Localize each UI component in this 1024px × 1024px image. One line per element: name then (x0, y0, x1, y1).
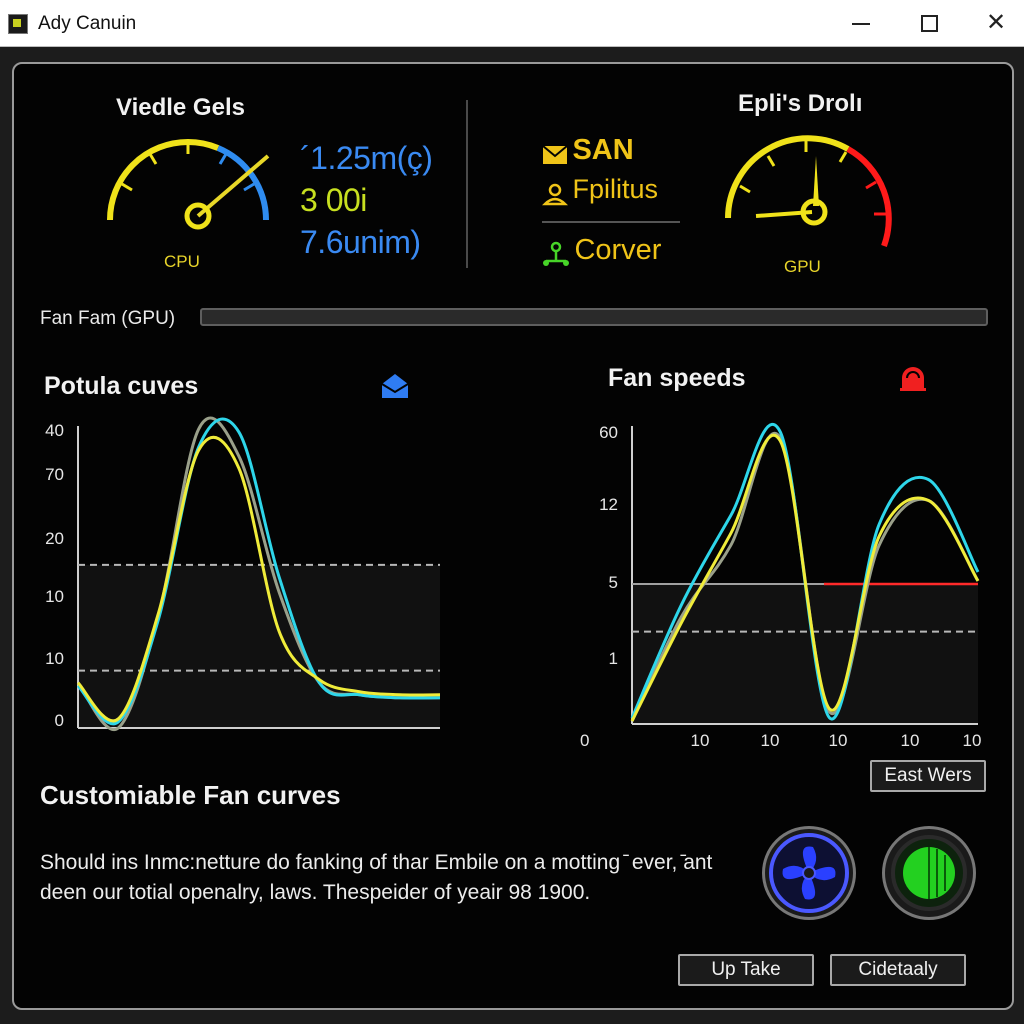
x-tick-label: 10 (691, 731, 710, 750)
east-wers-button[interactable]: East Wers (870, 760, 986, 792)
cpu-gauge (107, 139, 270, 230)
info-item-san: SAN (542, 134, 634, 167)
info-item-corver: Corver (542, 234, 661, 269)
plot-band (632, 583, 978, 724)
cpu-gauge-arc-mid (187, 139, 220, 151)
cpu-gauge-tick (121, 182, 133, 192)
x-tick-label: 20 (580, 731, 589, 750)
status-indicator-icon (891, 835, 967, 911)
info-divider (542, 221, 680, 223)
gpu-gauge-title: Epli's Drolı (738, 90, 863, 117)
gpu-gauge-tick (838, 151, 848, 163)
y-tick-label: 0 (55, 711, 64, 730)
vertical-divider (466, 100, 468, 268)
chart-left-title: Potula cuves (44, 372, 199, 400)
gpu-gauge-arc-danger (846, 146, 892, 248)
gpu-label: GPU (784, 257, 821, 276)
fan-bar-label: Fan Fam (GPU) (40, 308, 176, 329)
cpu-gauge-title: Viedle Gels (116, 94, 245, 121)
x-tick-label: 10 (279, 735, 298, 736)
cpu-gauge-tick (218, 153, 228, 165)
gpu-gauge-tick (865, 180, 877, 190)
maximize-button[interactable] (909, 8, 949, 38)
y-tick-label: 10 (45, 587, 64, 606)
x-tick-label: 10 (901, 731, 920, 750)
x-tick-label: 10 (355, 735, 374, 736)
chart-left: 40 70 20 10 10 0 30 40 10 10 20 (34, 416, 454, 754)
user-icon (541, 183, 569, 206)
gpu-gauge-tick (739, 184, 751, 194)
chart-right: 60 12 5 1 10 10 10 10 10 20 (571, 416, 1000, 756)
info-fpilitus-label: Fpilitus (572, 174, 658, 204)
y-tick-label: 40 (45, 421, 64, 440)
alarm-icon[interactable] (898, 364, 928, 392)
fan-progress-bar (200, 308, 988, 326)
fan-icon (769, 833, 849, 913)
window-title: Ady Canuin (38, 13, 137, 34)
chart-right-plot: 60 12 5 1 10 10 10 10 10 20 (571, 422, 982, 750)
cpu-gauge-arc-low (107, 139, 189, 221)
x-tick-label: 10 (963, 731, 982, 750)
y-tick-label: 70 (45, 465, 64, 484)
y-tick-label: 12 (599, 495, 618, 514)
y-tick-label: 10 (45, 649, 64, 668)
close-icon: ✕ (985, 9, 1007, 36)
chart-left-plot: 40 70 20 10 10 0 30 40 10 10 20 (45, 416, 446, 754)
gpu-gauge-arc-normal (725, 135, 850, 219)
y-tick-label: 60 (599, 423, 618, 442)
y-tick-label: 1 (609, 649, 618, 668)
status-indicator-button[interactable] (882, 826, 976, 920)
fan-button[interactable] (762, 826, 856, 920)
x-tick-label: 30 (133, 735, 152, 736)
info-item-fpilitus: Fpilitus (541, 174, 658, 206)
chart-left-mail-icon[interactable] (380, 372, 410, 400)
network-icon (543, 241, 569, 266)
maximize-icon (920, 15, 938, 33)
gpu-gauge-tick (766, 155, 776, 167)
stat-line-1: ´1.25m(ç) (300, 140, 433, 176)
cpu-gauge-tick (243, 182, 255, 192)
y-tick-label: 20 (45, 529, 64, 548)
x-tick-label: 10 (829, 731, 848, 750)
section-heading: Customiable Fan curves (40, 780, 341, 810)
mail-icon (542, 144, 568, 164)
app-icon (8, 14, 28, 34)
cpu-gauge-tick (148, 153, 158, 165)
up-take-button[interactable]: Up Take (678, 954, 814, 986)
x-tick-label: 40 (207, 735, 226, 736)
cpu-label: CPU (164, 252, 200, 271)
cidetaaly-button[interactable]: Cidetaaly (830, 954, 966, 986)
window-titlebar: Ady Canuin ✕ (0, 0, 1024, 47)
y-tick-label: 5 (609, 573, 618, 592)
x-tick-label: 10 (761, 731, 780, 750)
close-button[interactable]: ✕ (976, 8, 1016, 38)
info-corver-label: Corver (574, 234, 662, 266)
stat-line-2: 3 00i (300, 182, 367, 218)
section-description: Should ins Inmc:netture do fanking of th… (40, 851, 713, 904)
main-panel: Viedle Gels CPU ´1.25m(ç) 3 00i 7.6unim)… (12, 62, 1014, 1010)
cpu-gauge-arc-high (216, 145, 269, 221)
gpu-gauge (725, 135, 892, 248)
gpu-gauge-needle (813, 156, 819, 206)
stat-line-3: 7.6unim) (300, 224, 421, 260)
minimize-icon (852, 22, 870, 25)
minimize-button[interactable] (841, 8, 881, 38)
info-san-label: SAN (572, 134, 634, 166)
chart-right-title: Fan speeds (608, 364, 746, 392)
x-tick-label: 20 (427, 735, 446, 736)
